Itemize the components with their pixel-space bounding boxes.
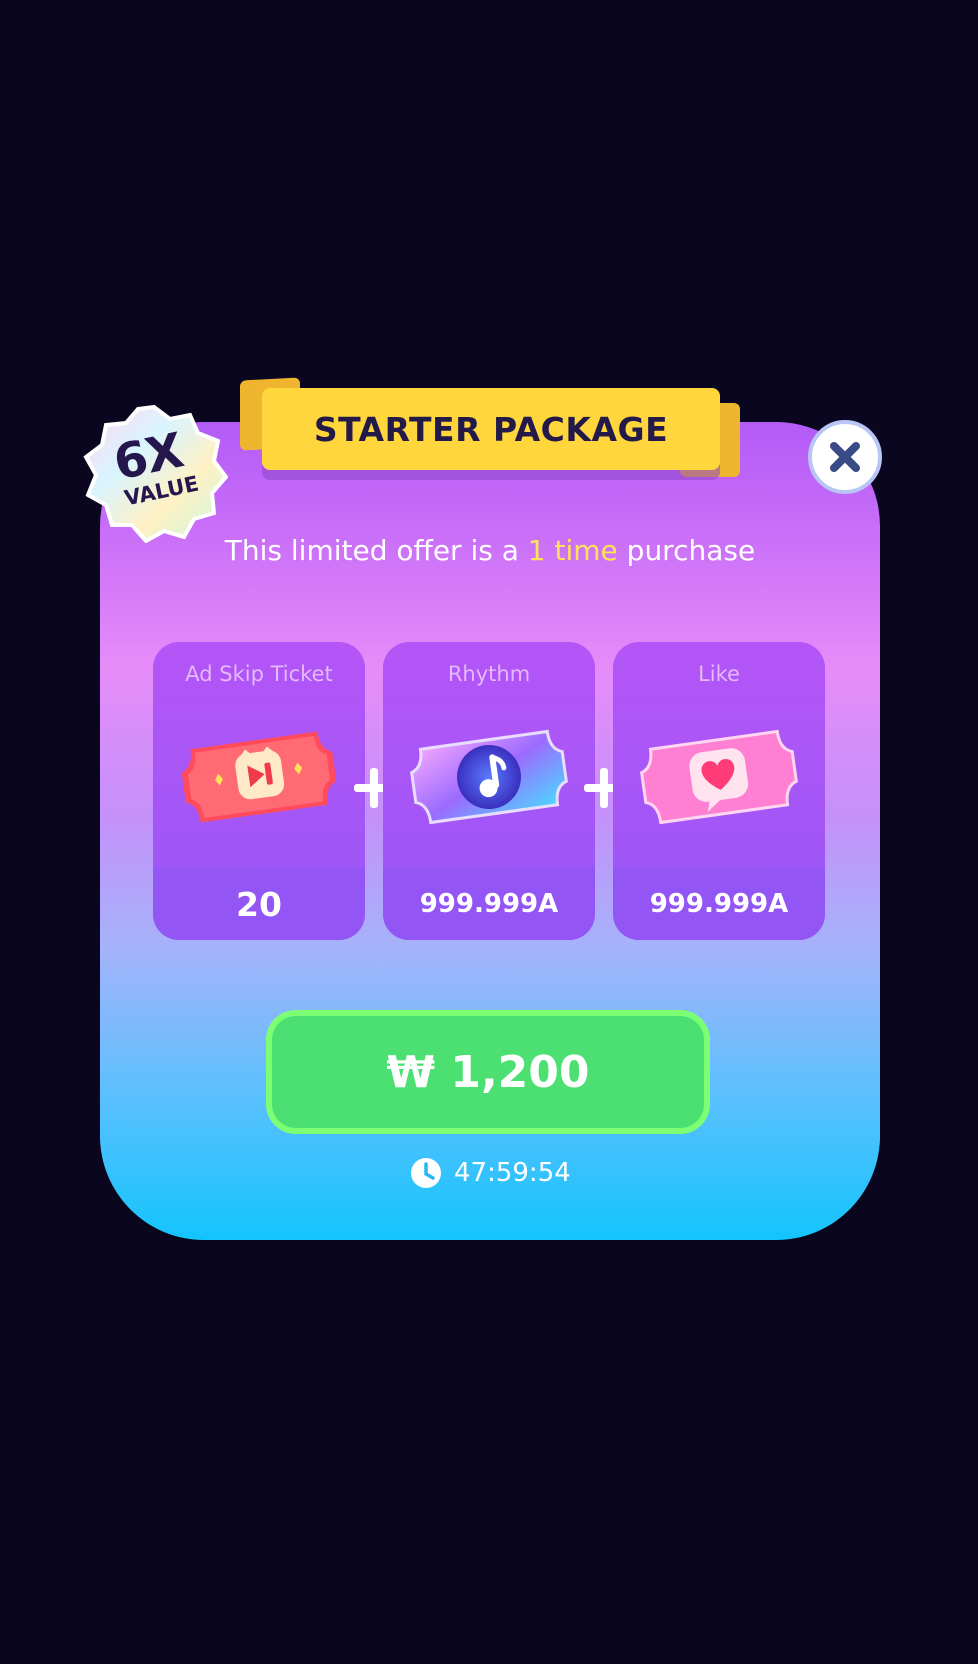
item-amount: 999.999A xyxy=(383,868,595,940)
item-card-like: Like 999.999A xyxy=(613,642,825,940)
rhythm-ticket-icon xyxy=(410,729,568,825)
item-amount: 999.999A xyxy=(613,868,825,940)
item-label: Ad Skip Ticket xyxy=(185,662,333,686)
ad-skip-ticket-icon xyxy=(181,731,337,823)
offer-subtitle: This limited offer is a 1 time purchase xyxy=(100,534,880,567)
item-card-ad-skip: Ad Skip Ticket 20 xyxy=(153,642,365,940)
timer-value: 47:59:54 xyxy=(454,1158,571,1188)
item-label: Like xyxy=(698,662,740,686)
title-banner: STARTER PACKAGE xyxy=(262,388,720,470)
subtitle-highlight: 1 time xyxy=(527,534,618,567)
item-label: Rhythm xyxy=(447,662,531,686)
clock-icon xyxy=(411,1158,441,1188)
subtitle-text-start: This limited offer is a xyxy=(224,534,528,567)
value-badge: 6X VALUE xyxy=(80,403,228,543)
like-ticket-icon xyxy=(640,729,798,825)
page-title: STARTER PACKAGE xyxy=(313,409,669,449)
item-card-rhythm: Rhythm 999.999A xyxy=(383,642,595,940)
purchase-button[interactable]: ₩ 1,200 xyxy=(266,1010,710,1134)
subtitle-text-end: purchase xyxy=(617,534,756,567)
offer-timer: 47:59:54 xyxy=(410,1156,571,1190)
close-button[interactable] xyxy=(808,420,882,494)
close-icon xyxy=(830,442,860,472)
item-amount: 20 xyxy=(153,868,365,940)
